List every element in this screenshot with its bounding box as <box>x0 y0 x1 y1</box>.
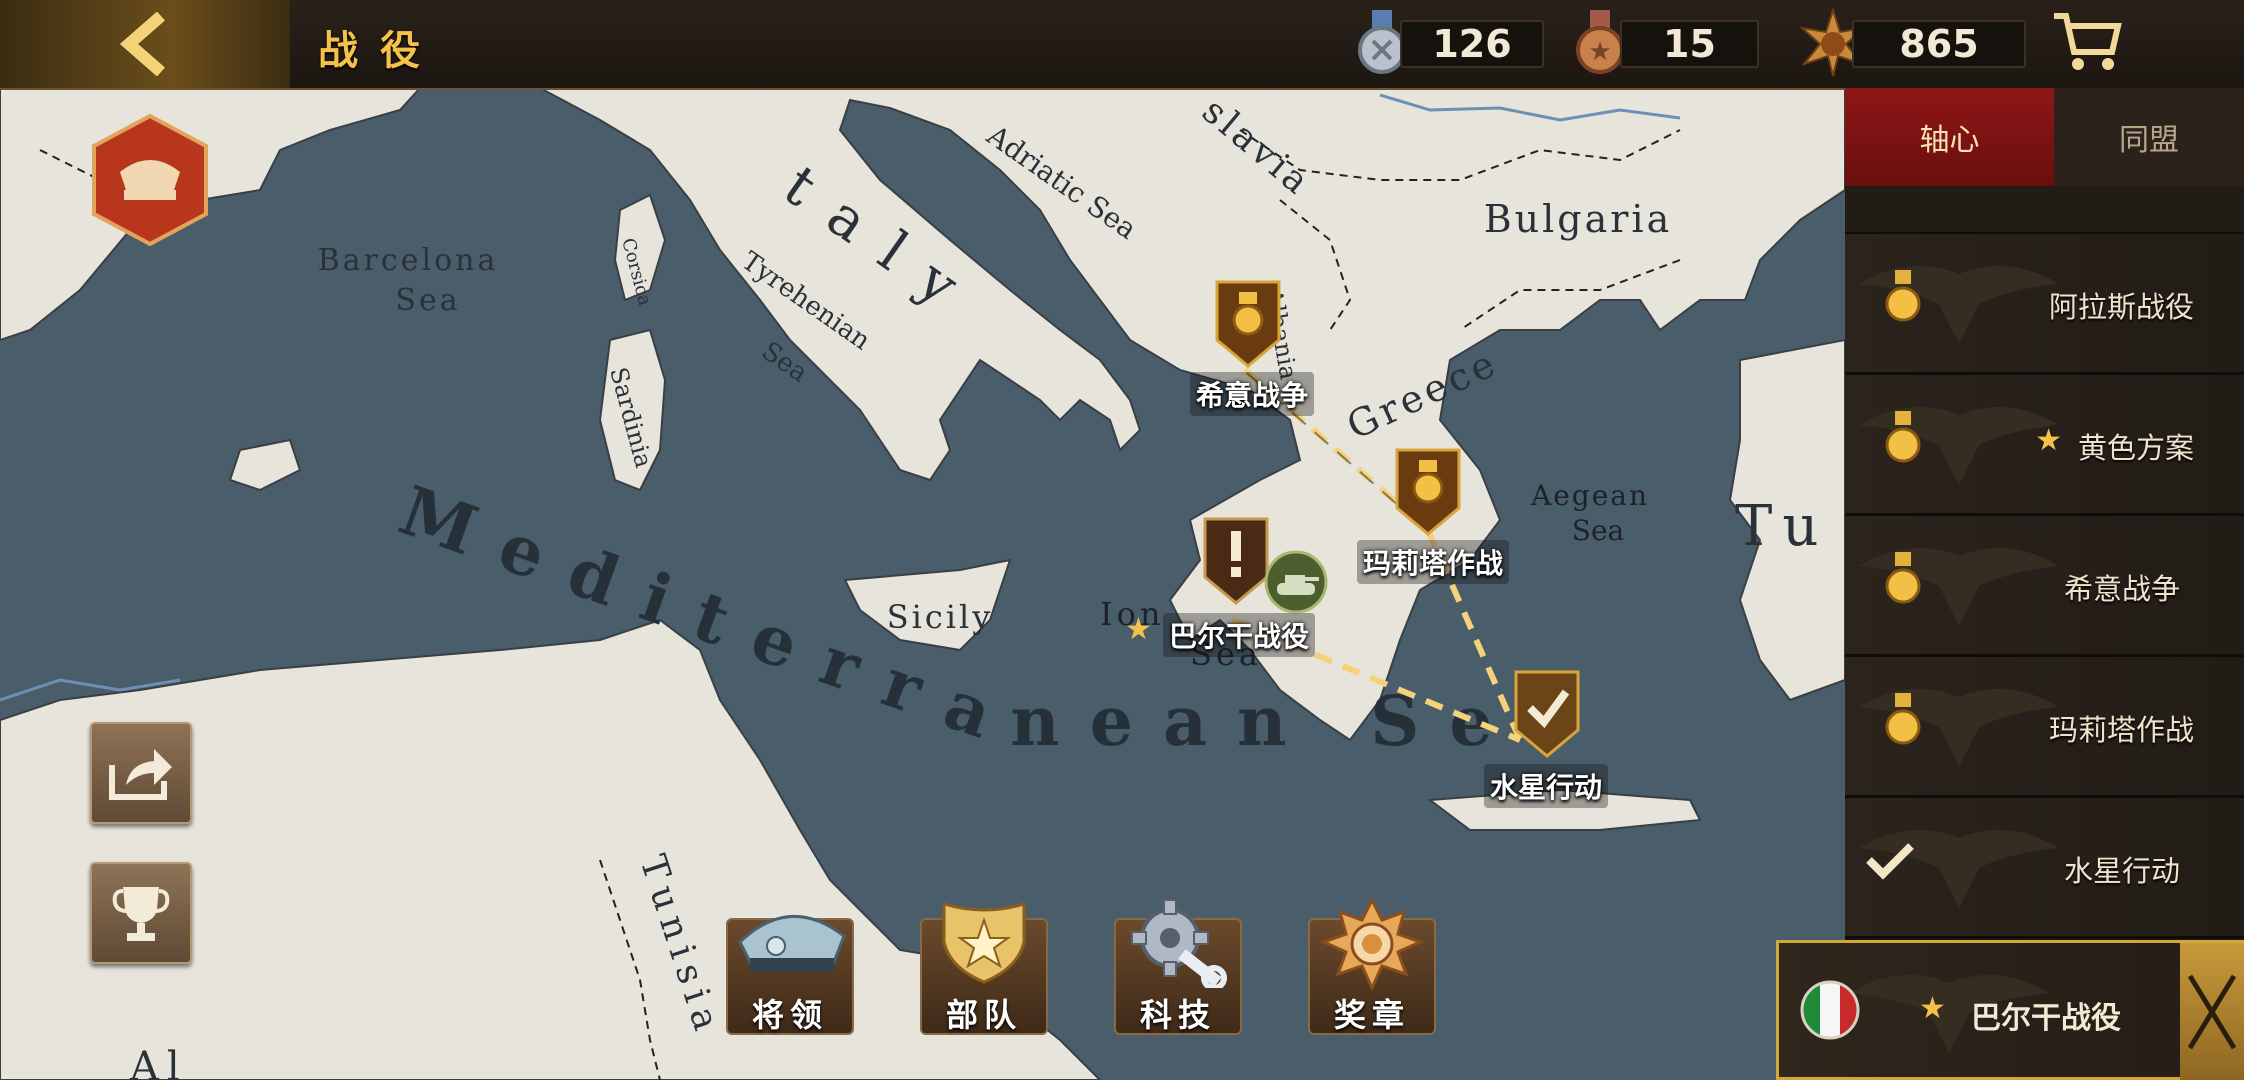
tank-unit-icon[interactable] <box>1263 549 1329 615</box>
nav-medals-button[interactable]: 奖章 <box>1308 898 1436 1035</box>
map-node-label: 水星行动 <box>1484 764 1609 808</box>
nav-label: 部队 <box>945 996 1022 1034</box>
trophy-icon <box>112 887 170 941</box>
eagle-emblem-icon <box>1859 548 2059 626</box>
nav-label: 科技 <box>1139 996 1216 1034</box>
gold-medal-icon <box>1885 552 1921 604</box>
map-label-aegean: Aegean <box>1530 479 1649 512</box>
gold-medal-marker-icon <box>1215 280 1281 368</box>
star-icon: ★ <box>2035 423 2062 458</box>
general-cap-badge-icon[interactable] <box>88 112 212 248</box>
tab-allies[interactable]: 同盟 <box>2054 88 2244 186</box>
campaign-row-marita[interactable]: 玛莉塔作战 <box>1845 657 2244 798</box>
campaign-row-label: 水星行动 <box>2063 854 2180 888</box>
crossed-rifles-icon <box>2187 974 2237 1049</box>
star-icon: ★ <box>1125 612 1152 647</box>
campaign-row-label: 希意战争 <box>2063 572 2180 606</box>
army-star-shield-icon <box>942 901 1026 984</box>
campaign-row-greco-italian[interactable]: 希意战争 <box>1845 516 2244 657</box>
chevron-left-icon <box>119 12 165 76</box>
shopping-cart-icon[interactable] <box>2050 8 2122 74</box>
italy-flag-icon <box>1800 980 1860 1040</box>
nav-label: 奖章 <box>1333 996 1410 1034</box>
map-label-sicily: Sicily <box>887 598 994 636</box>
map-label-aegean-2: Sea <box>1572 514 1624 547</box>
selected-campaign-label: 巴尔干战役 <box>1971 1001 2121 1036</box>
nav-tech-button[interactable]: 科技 <box>1114 898 1242 1035</box>
map-label-turkey: Tu <box>1735 494 1828 559</box>
campaign-row-fall-gelb[interactable]: ★ 黄色方案 <box>1845 375 2244 516</box>
campaign-row-label: 阿拉斯战役 <box>2048 290 2194 324</box>
map-node-label: 希意战争 <box>1190 372 1315 416</box>
gold-medal-icon <box>1885 411 1921 463</box>
map-label-bulgaria: Bulgaria <box>1484 197 1673 241</box>
tab-axis[interactable]: 轴心 <box>1845 88 2054 190</box>
selected-campaign-row[interactable]: ★ 巴尔干战役 <box>1776 940 2244 1080</box>
map-node-label: 巴尔干战役 <box>1163 613 1316 657</box>
resource-bronze-count: 15 <box>1620 20 1759 68</box>
start-battle-button[interactable] <box>2180 943 2244 1080</box>
page-title: 战役 <box>318 28 442 74</box>
back-button[interactable] <box>0 0 290 88</box>
resource-silver-count: 126 <box>1400 20 1544 68</box>
map-label-barcelona-sea-2: Sea <box>395 283 460 318</box>
nav-label: 将领 <box>751 996 828 1034</box>
gear-wrench-icon <box>1131 899 1227 988</box>
map-label-al: Al <box>129 1044 188 1080</box>
checkmark-marker-icon <box>1514 670 1580 758</box>
checkmark-icon <box>1866 843 1914 880</box>
bronze-medal-icon: ★ <box>1576 10 1624 74</box>
nav-generals-button[interactable]: 将领 <box>726 898 854 1035</box>
star-icon: ★ <box>1919 991 1946 1026</box>
gold-medal-icon <box>1885 270 1921 322</box>
map-node-label: 玛莉塔作战 <box>1357 540 1510 584</box>
list-top-divider <box>1845 186 2244 235</box>
medal-icon <box>1320 898 1424 990</box>
campaign-row-arras[interactable]: 阿拉斯战役 <box>1845 234 2244 375</box>
alert-marker-icon <box>1203 517 1269 605</box>
trophy-button[interactable] <box>90 862 192 964</box>
svg-text:★: ★ <box>1588 37 1611 67</box>
share-button[interactable] <box>90 722 192 824</box>
gold-medal-icon <box>1885 693 1921 745</box>
eagle-emblem-icon <box>1859 266 2059 344</box>
campaign-row-label: 黄色方案 <box>2077 431 2194 465</box>
nav-troops-button[interactable]: 部队 <box>920 898 1048 1035</box>
officer-cap-icon <box>738 915 846 972</box>
share-icon <box>109 749 172 800</box>
eagle-emblem-icon <box>1859 689 2059 767</box>
map-label-barcelona-sea: Barcelona <box>318 243 499 278</box>
resource-star-count: 865 <box>1852 20 2026 68</box>
gold-medal-marker-icon <box>1395 448 1461 536</box>
campaign-row-mercury[interactable]: 水星行动 <box>1845 798 2244 939</box>
campaign-row-label: 玛莉塔作战 <box>2048 713 2194 747</box>
